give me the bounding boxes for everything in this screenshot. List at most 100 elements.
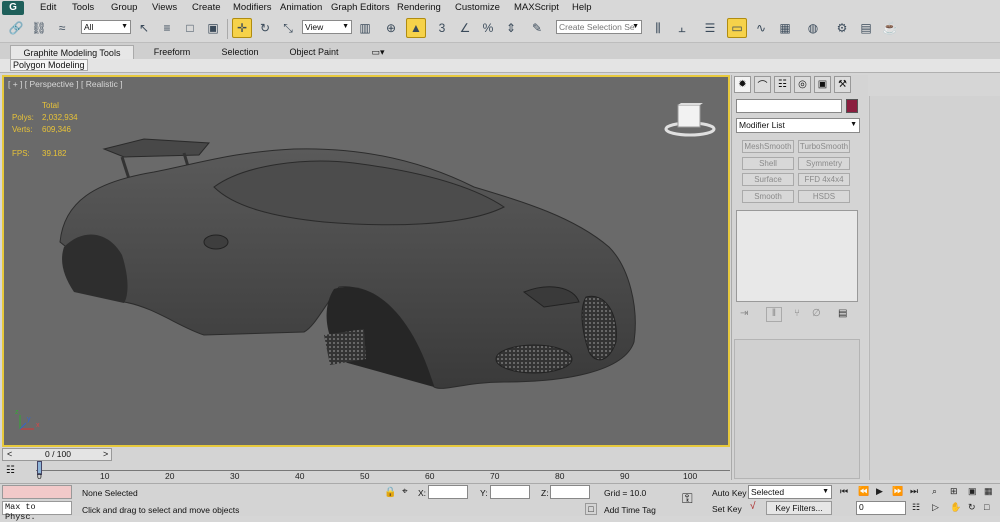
named-selection-sets-dropdown[interactable]: Create Selection Se ▼ [556, 20, 642, 34]
graphite-toggle-icon[interactable]: ▭ [727, 18, 747, 38]
modifier-stack-list[interactable] [736, 210, 858, 302]
shell-button[interactable]: Shell [742, 157, 794, 170]
perspective-viewport[interactable]: [ + ] [ Perspective ] [ Realistic ] Tota… [2, 75, 730, 447]
orbit-icon[interactable]: ↻ [968, 502, 976, 513]
key-filters-button[interactable]: Key Filters... [766, 501, 832, 515]
menu-rendering[interactable]: Rendering [397, 2, 441, 13]
time-slider-next[interactable]: > [103, 449, 108, 459]
ffd-4x4x4-button[interactable]: FFD 4x4x4 [798, 173, 850, 186]
menu-views[interactable]: Views [152, 2, 177, 13]
utilities-icon[interactable]: ⚒ [834, 76, 851, 93]
configure-modifier-sets-icon[interactable]: ▤ [838, 308, 847, 319]
rectangle-selection-icon[interactable]: □ [180, 18, 200, 38]
menu-graph-editors[interactable]: Graph Editors [331, 2, 390, 13]
polygon-modeling-panel[interactable]: Polygon Modeling [10, 59, 88, 71]
surface-button[interactable]: Surface [742, 173, 794, 186]
time-configuration-icon[interactable]: ☷ [912, 502, 920, 513]
spinner-snap-icon[interactable]: ⇕ [501, 18, 521, 38]
zoom-extents-icon[interactable]: ▣ [968, 486, 977, 497]
pan-view-icon[interactable]: ✋ [950, 502, 961, 513]
tab-selection[interactable]: Selection [210, 45, 270, 59]
current-frame-field[interactable]: 0 [856, 501, 906, 515]
key-mode-dropdown[interactable]: Selected ▼ [748, 485, 832, 499]
maxscript-listener-input[interactable] [2, 485, 72, 499]
zoom-extents-all-icon[interactable]: ▦ [984, 486, 993, 497]
play-icon[interactable]: ▶ [876, 486, 883, 497]
pin-stack-icon[interactable]: ⇥ [740, 308, 748, 319]
absolute-mode-icon[interactable]: ⌖ [402, 486, 408, 497]
selection-filter-dropdown[interactable]: All ▼ [81, 20, 131, 34]
menu-help[interactable]: Help [572, 2, 592, 13]
select-and-scale-icon[interactable]: ⤡ [278, 18, 298, 38]
previous-frame-icon[interactable]: ⏪ [858, 486, 869, 497]
curve-editor-icon[interactable]: ∿ [751, 18, 771, 38]
select-and-rotate-icon[interactable]: ↻ [255, 18, 275, 38]
menu-create[interactable]: Create [192, 2, 221, 13]
make-unique-icon[interactable]: ⑂ [794, 308, 800, 319]
turbosmooth-button[interactable]: TurboSmooth [798, 140, 850, 153]
lock-icon[interactable]: 🔒 [384, 487, 396, 498]
render-setup-icon[interactable]: ⚙ [832, 18, 852, 38]
select-object-icon[interactable]: ↖ [134, 18, 154, 38]
modify-icon[interactable]: ⌒ [754, 76, 771, 93]
field-of-view-icon[interactable]: ▷ [932, 502, 939, 513]
pivot-center-icon[interactable]: ▥ [355, 18, 375, 38]
object-name-field[interactable] [736, 99, 842, 113]
display-icon[interactable]: ▣ [814, 76, 831, 93]
select-by-name-icon[interactable]: ≡ [157, 18, 177, 38]
rendered-frame-window-icon[interactable]: ▤ [856, 18, 876, 38]
zoom-icon[interactable]: ⌕ [932, 486, 937, 497]
auto-key-button[interactable]: Auto Key [712, 488, 747, 498]
time-slider[interactable]: < 0 / 100 > [2, 448, 112, 461]
mirror-icon[interactable]: ⫼ [648, 18, 668, 38]
default-in-out-tangent-icon[interactable]: √ [750, 501, 756, 512]
object-color-swatch[interactable] [846, 99, 858, 113]
zoom-all-icon[interactable]: ⊞ [950, 486, 958, 497]
motion-icon[interactable]: ◎ [794, 76, 811, 93]
set-key-button[interactable]: Set Key [712, 504, 742, 514]
menu-animation[interactable]: Animation [280, 2, 322, 13]
z-coordinate-field[interactable] [550, 485, 590, 499]
keyboard-shortcut-override-icon[interactable]: ▲ [406, 18, 426, 38]
menu-group[interactable]: Group [111, 2, 137, 13]
add-time-tag[interactable]: Add Time Tag [604, 505, 656, 515]
tab-graphite-modeling-tools[interactable]: Graphite Modeling Tools [10, 45, 134, 59]
menu-maxscript[interactable]: MAXScript [514, 2, 559, 13]
hsds-button[interactable]: HSDS [798, 190, 850, 203]
remove-modifier-icon[interactable]: ∅ [812, 308, 821, 319]
angle-snap-icon[interactable]: ∠ [455, 18, 475, 38]
y-coordinate-field[interactable] [490, 485, 530, 499]
snaps-toggle-icon[interactable]: 3 [432, 18, 452, 38]
ribbon-options-icon[interactable]: ▭▾ [368, 45, 388, 59]
mini-curve-editor-icon[interactable]: ☷ [6, 465, 15, 476]
edit-named-selection-icon[interactable]: ✎ [527, 18, 547, 38]
go-to-end-icon[interactable]: ⏭ [910, 486, 918, 497]
time-tag-icon[interactable]: □ [585, 503, 597, 515]
hierarchy-icon[interactable]: ☷ [774, 76, 791, 93]
symmetry-button[interactable]: Symmetry [798, 157, 850, 170]
link-icon[interactable]: 🔗 [6, 18, 26, 38]
tab-freeform[interactable]: Freeform [140, 45, 204, 59]
render-production-icon[interactable]: ☕ [880, 18, 900, 38]
window-crossing-icon[interactable]: ▣ [203, 18, 223, 38]
key-icon[interactable]: ⚿ [682, 490, 693, 507]
menu-tools[interactable]: Tools [72, 2, 94, 13]
reference-coord-dropdown[interactable]: View ▼ [302, 20, 352, 34]
modifier-list-dropdown[interactable]: Modifier List ▼ [736, 118, 860, 133]
tab-object-paint[interactable]: Object Paint [278, 45, 350, 59]
menu-modifiers[interactable]: Modifiers [233, 2, 272, 13]
material-editor-icon[interactable]: ◍ [803, 18, 823, 38]
maximize-viewport-icon[interactable]: □ [984, 502, 989, 512]
layer-manager-icon[interactable]: ☰ [700, 18, 720, 38]
viewcube[interactable] [664, 101, 716, 137]
align-icon[interactable]: ⫠ [672, 18, 692, 38]
app-logo-icon[interactable]: G [2, 1, 24, 15]
next-frame-icon[interactable]: ⏩ [892, 486, 903, 497]
menu-customize[interactable]: Customize [455, 2, 500, 13]
maxscript-listener-output[interactable]: Max to Physc. [2, 501, 72, 522]
go-to-start-icon[interactable]: ⏮ [840, 486, 848, 497]
select-and-move-icon[interactable]: ✛ [232, 18, 252, 38]
manipulate-icon[interactable]: ⊕ [381, 18, 401, 38]
menu-edit[interactable]: Edit [40, 2, 56, 13]
schematic-view-icon[interactable]: ▦ [775, 18, 795, 38]
